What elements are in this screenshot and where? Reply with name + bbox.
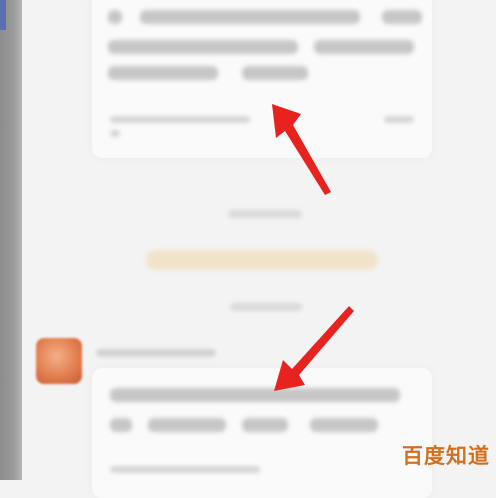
annotation-arrows bbox=[272, 104, 354, 391]
baidu-zhidao-watermark: 百度知道 bbox=[402, 444, 490, 468]
red-arrow-icon bbox=[272, 104, 331, 195]
red-arrow-icon bbox=[274, 306, 354, 391]
